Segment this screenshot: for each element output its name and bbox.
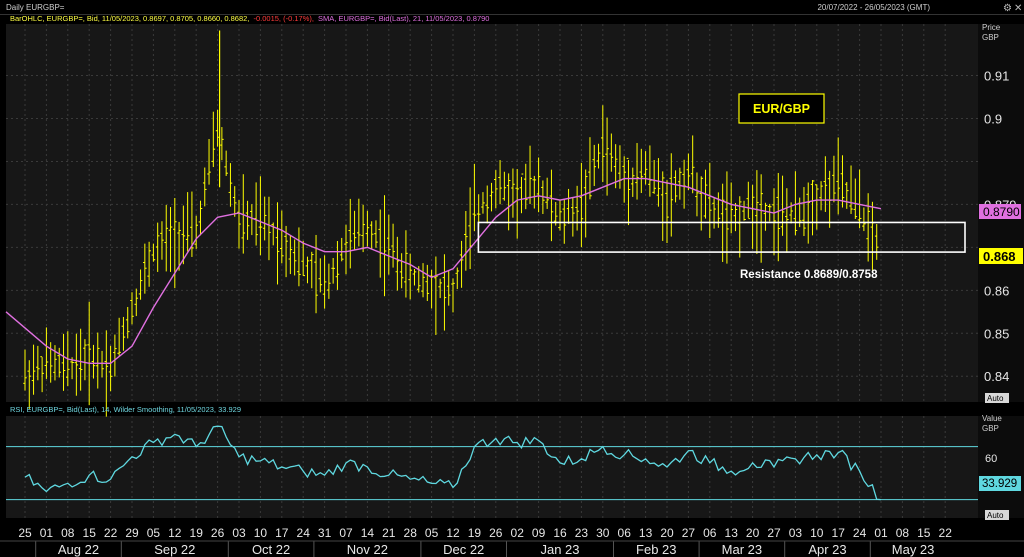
x-month-label: Aug 22 <box>58 542 99 557</box>
x-day-label: 13 <box>725 526 739 540</box>
x-day-label: 12 <box>446 526 460 540</box>
x-month-label: Apr 23 <box>808 542 846 557</box>
x-day-label: 13 <box>639 526 653 540</box>
x-month-label: Oct 22 <box>252 542 290 557</box>
rsi-tick-60: 60 <box>985 453 997 465</box>
rsi-legend: RSI, EURGBP=, Bid(Last), 14, Wilder Smoo… <box>10 405 241 414</box>
x-day-label: 30 <box>596 526 610 540</box>
price-legend: BarOHLC, EURGBP=, Bid, 11/05/2023, 0.869… <box>10 14 489 23</box>
x-day-label: 03 <box>232 526 246 540</box>
x-day-label: 03 <box>789 526 803 540</box>
title-box-text: EUR/GBP <box>753 102 810 116</box>
x-month-label: Feb 23 <box>636 542 676 557</box>
x-month-label: Nov 22 <box>347 542 388 557</box>
x-month-label: Jan 23 <box>540 542 579 557</box>
x-day-label: 19 <box>190 526 204 540</box>
x-day-label: 06 <box>703 526 717 540</box>
x-day-label: 25 <box>18 526 32 540</box>
rsi-value-text: 33.929 <box>982 478 1017 490</box>
x-day-label: 16 <box>553 526 567 540</box>
x-day-label: 14 <box>361 526 375 540</box>
close-icon[interactable]: ✕ <box>1014 3 1022 14</box>
price-axis-unit: GBP <box>982 33 999 42</box>
sma-value-text: 0.8790 <box>983 205 1020 219</box>
x-day-label: 20 <box>746 526 760 540</box>
x-day-label: 15 <box>917 526 931 540</box>
price-plot-area <box>6 24 978 402</box>
x-day-label: 15 <box>83 526 97 540</box>
x-day-label: 06 <box>618 526 632 540</box>
legend-change: -0.0015, (-0.17%), <box>254 14 314 23</box>
x-month-label: Mar 23 <box>722 542 762 557</box>
x-day-label: 21 <box>382 526 396 540</box>
x-month-label: Sep 22 <box>154 542 195 557</box>
x-day-label: 22 <box>104 526 118 540</box>
price-axis-title: Price <box>982 23 1001 32</box>
settings-gear-icon[interactable]: ⚙ <box>1003 3 1012 14</box>
x-month-label: Dec 22 <box>443 542 484 557</box>
x-day-label: 08 <box>61 526 75 540</box>
x-day-label: 24 <box>853 526 867 540</box>
x-day-label: 09 <box>532 526 546 540</box>
last-price-text: 0.868 <box>983 249 1016 264</box>
date-range: 20/07/2022 - 26/05/2023 (GMT) <box>817 3 930 12</box>
x-day-label: 27 <box>682 526 696 540</box>
rsi-plot-area <box>6 416 978 518</box>
x-day-label: 05 <box>147 526 161 540</box>
x-day-label: 01 <box>40 526 54 540</box>
legend-bar-ohlc: BarOHLC, EURGBP=, Bid, 11/05/2023, 0.869… <box>10 14 249 23</box>
x-day-label: 02 <box>511 526 525 540</box>
price-tick-label: 0.86 <box>984 283 1009 298</box>
price-tick-label: 0.9 <box>984 112 1002 127</box>
rsi-axis-unit: GBP <box>982 424 999 433</box>
x-day-label: 10 <box>810 526 824 540</box>
price-auto-label: Auto <box>987 394 1004 403</box>
price-tick-label: 0.85 <box>984 326 1009 341</box>
eurgbp-chart: Daily EURGBP= 20/07/2022 - 26/05/2023 (G… <box>0 0 1024 557</box>
x-day-label: 23 <box>575 526 589 540</box>
x-day-label: 29 <box>125 526 139 540</box>
legend-sma: SMA, EURGBP=, Bid(Last), 21, 11/05/2023,… <box>318 14 489 23</box>
x-day-label: 05 <box>425 526 439 540</box>
x-day-label: 20 <box>660 526 674 540</box>
x-day-label: 01 <box>874 526 888 540</box>
x-month-label: May 23 <box>892 542 935 557</box>
x-day-label: 27 <box>767 526 781 540</box>
x-day-label: 10 <box>254 526 268 540</box>
price-tick-label: 0.84 <box>984 369 1009 384</box>
x-day-label: 17 <box>832 526 846 540</box>
window-title: Daily EURGBP= <box>6 3 65 12</box>
x-day-label: 31 <box>318 526 332 540</box>
x-day-label: 26 <box>489 526 503 540</box>
chart-window: Daily EURGBP= 20/07/2022 - 26/05/2023 (G… <box>0 0 1024 557</box>
resistance-label: Resistance 0.8689/0.8758 <box>740 269 878 281</box>
x-day-label: 07 <box>339 526 353 540</box>
x-day-label: 28 <box>404 526 418 540</box>
rsi-auto-label: Auto <box>987 511 1004 520</box>
x-day-label: 08 <box>896 526 910 540</box>
price-tick-label: 0.91 <box>984 69 1009 84</box>
x-day-label: 26 <box>211 526 225 540</box>
rsi-axis-title: Value <box>982 414 1002 423</box>
x-day-label: 12 <box>168 526 182 540</box>
x-day-label: 19 <box>468 526 482 540</box>
x-day-label: 17 <box>275 526 289 540</box>
x-day-label: 22 <box>939 526 953 540</box>
x-day-label: 24 <box>297 526 311 540</box>
